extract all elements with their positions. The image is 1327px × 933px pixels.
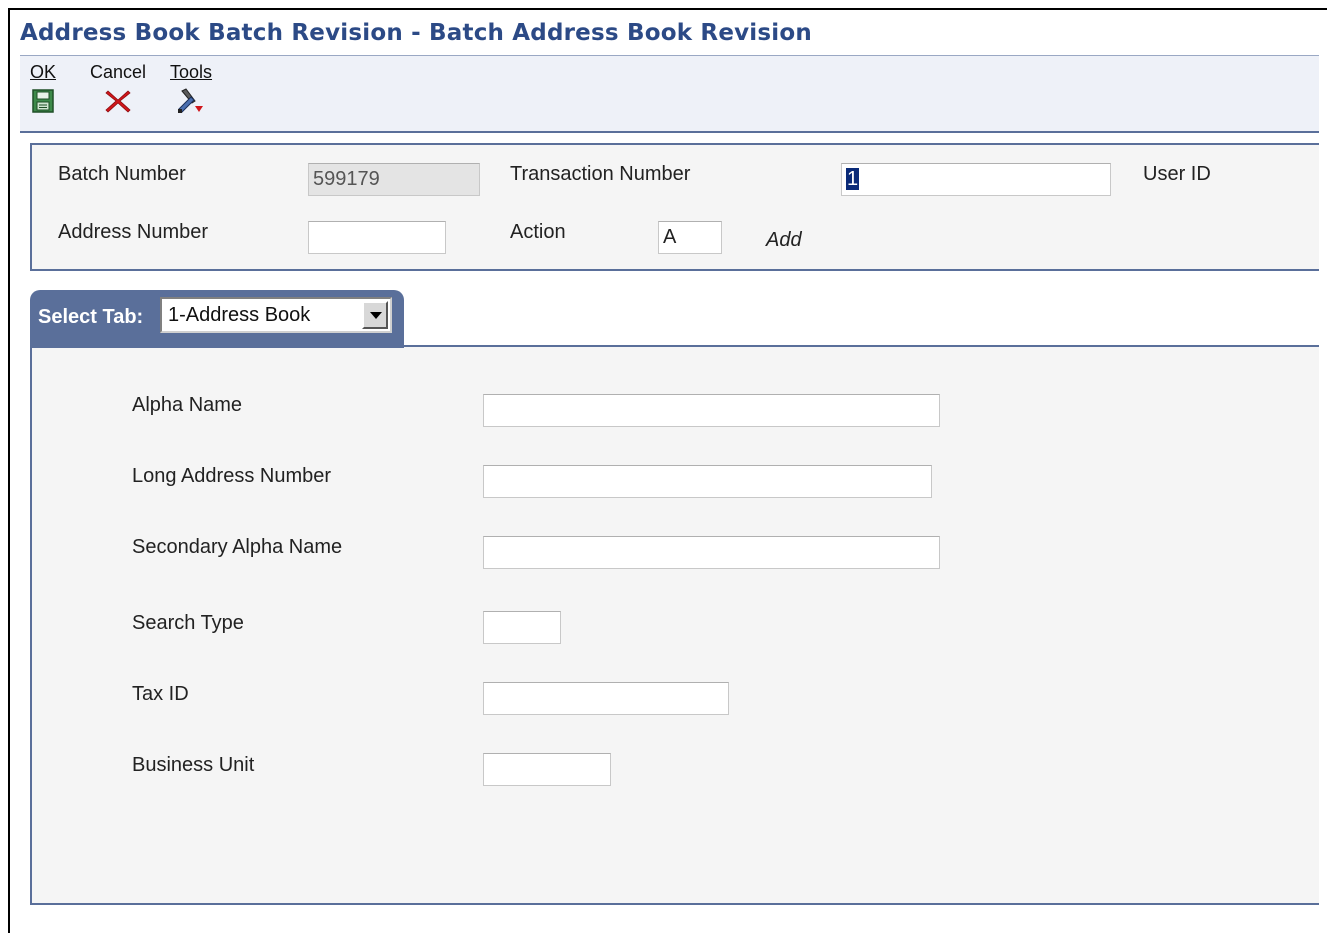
secondary-alpha-name-field[interactable] [483,536,940,569]
secondary-alpha-name-label: Secondary Alpha Name [132,536,343,558]
tax-id-field[interactable] [483,682,729,715]
tools-label: Tools [170,62,212,83]
ok-label-text: OK [30,62,57,82]
transaction-number-label: Transaction Number [510,163,691,185]
search-type-label: Search Type [132,612,244,634]
business-unit-label: Business Unit [132,754,255,776]
transaction-number-field[interactable]: 1 [841,163,1111,196]
transaction-number-value: 1 [846,168,860,190]
address-number-field[interactable] [308,221,446,254]
user-id-label: User ID [1143,163,1211,185]
ok-label: OK [30,62,56,83]
action-description: Add [766,229,802,251]
ok-button[interactable]: OK [30,62,56,115]
action-label: Action [510,221,566,243]
tools-button[interactable]: Tools [170,62,212,115]
batch-number-field: 599179 [308,163,480,196]
tools-icon [170,87,212,115]
select-tab-label: Select Tab: [38,306,144,328]
cancel-label: Cancel [90,62,147,82]
action-field[interactable]: A [658,221,722,254]
business-unit-field[interactable] [483,753,611,786]
address-number-label: Address Number [58,221,209,243]
tab-header: Select Tab: 1-Address Book [30,290,404,348]
search-type-field[interactable] [483,611,561,644]
long-address-number-field[interactable] [483,465,932,498]
alpha-name-field[interactable] [483,394,940,427]
select-tab-value: 1-Address Book [168,304,311,326]
cancel-button[interactable]: Cancel [90,62,146,115]
alpha-name-label: Alpha Name [132,394,243,416]
save-disk-icon [30,87,56,115]
tools-label-text: Tools [170,62,213,82]
select-tab-dropdown[interactable]: 1-Address Book [160,297,392,333]
batch-number-label: Batch Number [58,163,186,185]
toolbar: OK Cancel Tools [20,55,1319,133]
tax-id-label: Tax ID [132,683,189,705]
chevron-down-icon[interactable] [362,301,388,329]
red-x-icon [90,87,146,115]
long-address-number-label: Long Address Number [132,465,332,487]
window-title: Address Book Batch Revision - Batch Addr… [20,20,812,46]
